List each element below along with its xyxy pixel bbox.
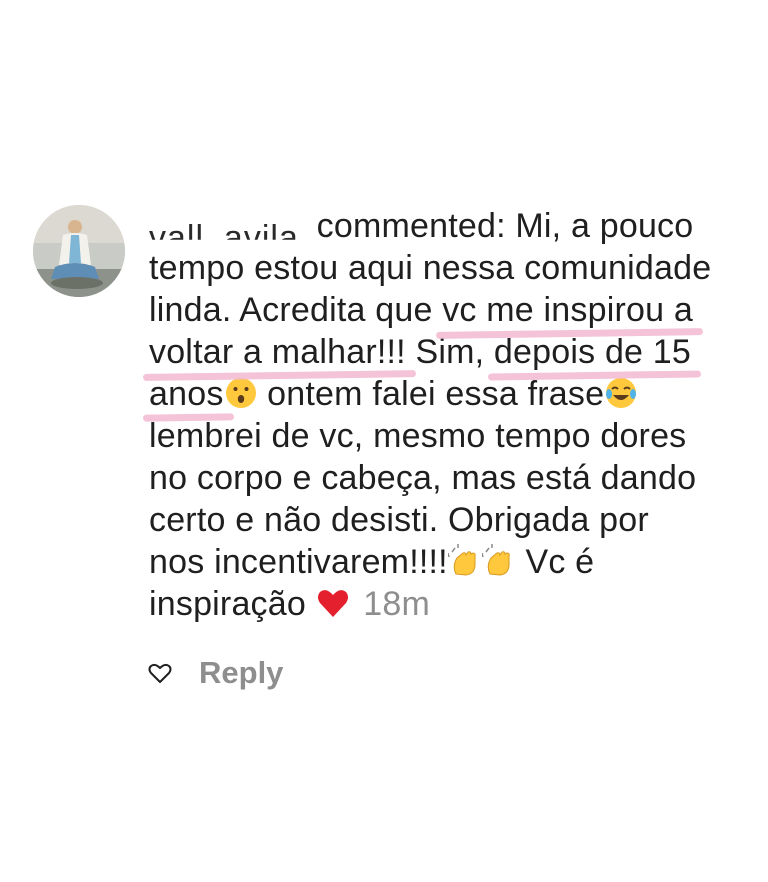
heart-outline-icon[interactable] bbox=[147, 660, 173, 686]
comment-text-part: Mi, a pouco bbox=[515, 207, 694, 245]
clapping-hands-emoji bbox=[447, 544, 476, 576]
comment-line-1: vall_avila commented: Mi, a pouco bbox=[149, 205, 759, 247]
comment-text-part: linda. Acredita que bbox=[149, 291, 443, 329]
comment-text-part: lembrei de vc, mesmo tempo dores bbox=[149, 417, 687, 455]
tears-of-joy-emoji bbox=[606, 378, 637, 408]
highlighted-text: voltar a malhar!!! bbox=[149, 333, 406, 371]
highlighted-text: anos bbox=[149, 375, 224, 413]
comment-verb: commented: bbox=[316, 207, 506, 245]
comment-line-8: certo e não desisti. Obrigada por bbox=[149, 499, 759, 541]
reply-button[interactable]: Reply bbox=[199, 655, 283, 691]
avatar[interactable] bbox=[33, 205, 125, 297]
red-heart-emoji bbox=[317, 590, 348, 617]
comment-line-3: linda. Acredita que vc me inspirou a bbox=[149, 289, 759, 331]
comment-text-part: certo e não desisti. Obrigada por bbox=[149, 501, 649, 539]
comment-line-7: no corpo e cabeça, mas está dando bbox=[149, 457, 759, 499]
comment-text: vall_avila commented: Mi, a pouco tempo … bbox=[149, 205, 759, 625]
clapping-hands-emoji bbox=[481, 544, 510, 576]
highlighted-text: depois de 15 bbox=[493, 333, 692, 371]
username[interactable]: vall_avila bbox=[149, 211, 307, 241]
comment-text-part: ontem falei essa frase bbox=[257, 375, 605, 413]
surprised-face-emoji bbox=[225, 378, 256, 408]
highlighted-text: vc me inspirou a bbox=[442, 291, 693, 329]
comment-text-part: Vc é bbox=[515, 543, 595, 581]
comment-line-2: tempo estou aqui nessa comunidade bbox=[149, 247, 759, 289]
comment-text-part: inspiração bbox=[149, 585, 316, 623]
comment-text-part: nos incentivarem!!!! bbox=[149, 543, 448, 581]
comment-text-part: Sim, bbox=[405, 333, 494, 371]
comment-text-part: tempo estou aqui nessa comunidade bbox=[149, 249, 712, 287]
comment-text-part: no corpo e cabeça, mas está dando bbox=[149, 459, 697, 497]
comment-line-6: lembrei de vc, mesmo tempo dores bbox=[149, 415, 759, 457]
comment-line-10: inspiração 18m bbox=[149, 583, 759, 625]
comment-actions: Reply bbox=[147, 655, 283, 691]
comment: vall_avila commented: Mi, a pouco tempo … bbox=[0, 0, 768, 882]
comment-timestamp: 18m bbox=[363, 585, 431, 623]
comment-line-9: nos incentivarem!!!! Vc é bbox=[149, 541, 759, 583]
avatar-photo bbox=[33, 205, 125, 297]
